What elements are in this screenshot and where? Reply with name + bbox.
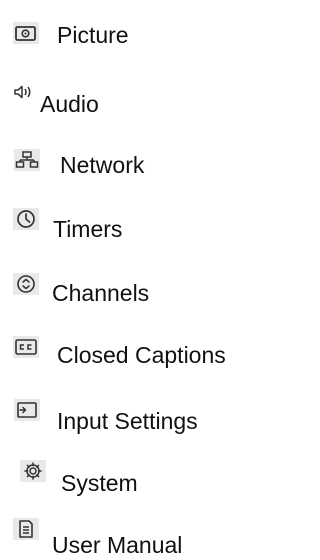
menu-item-closed-captions[interactable]: Closed Captions xyxy=(0,334,275,374)
menu-item-audio-label: Audio xyxy=(40,91,99,117)
menu-item-system[interactable]: System xyxy=(0,458,275,498)
menu-item-system-label: System xyxy=(61,470,138,496)
menu-item-network-label: Network xyxy=(60,152,145,178)
settings-menu: Picture Audio Network Timers Channels Cl… xyxy=(0,0,275,560)
menu-item-timers-label: Timers xyxy=(53,216,123,242)
menu-item-user-manual[interactable]: User Manual xyxy=(0,518,275,558)
closed-captions-icon xyxy=(13,336,39,358)
menu-item-input-settings[interactable]: Input Settings xyxy=(0,396,275,436)
menu-item-channels[interactable]: Channels xyxy=(0,270,275,310)
clock-icon xyxy=(13,208,39,230)
menu-item-network[interactable]: Network xyxy=(0,145,275,185)
document-icon xyxy=(13,518,39,540)
audio-icon xyxy=(13,82,39,104)
picture-icon xyxy=(13,22,39,44)
menu-item-picture-label: Picture xyxy=(57,22,129,48)
input-icon xyxy=(14,399,40,421)
network-icon xyxy=(14,149,40,171)
menu-item-channels-label: Channels xyxy=(52,280,150,306)
menu-item-closed-captions-label: Closed Captions xyxy=(57,342,226,368)
menu-item-input-settings-label: Input Settings xyxy=(57,408,198,434)
menu-item-audio[interactable]: Audio xyxy=(0,82,275,122)
gear-icon xyxy=(20,460,46,482)
menu-item-user-manual-label: User Manual xyxy=(52,532,183,558)
menu-item-timers[interactable]: Timers xyxy=(0,208,275,248)
channels-icon xyxy=(13,273,39,295)
menu-item-picture[interactable]: Picture xyxy=(0,18,275,58)
